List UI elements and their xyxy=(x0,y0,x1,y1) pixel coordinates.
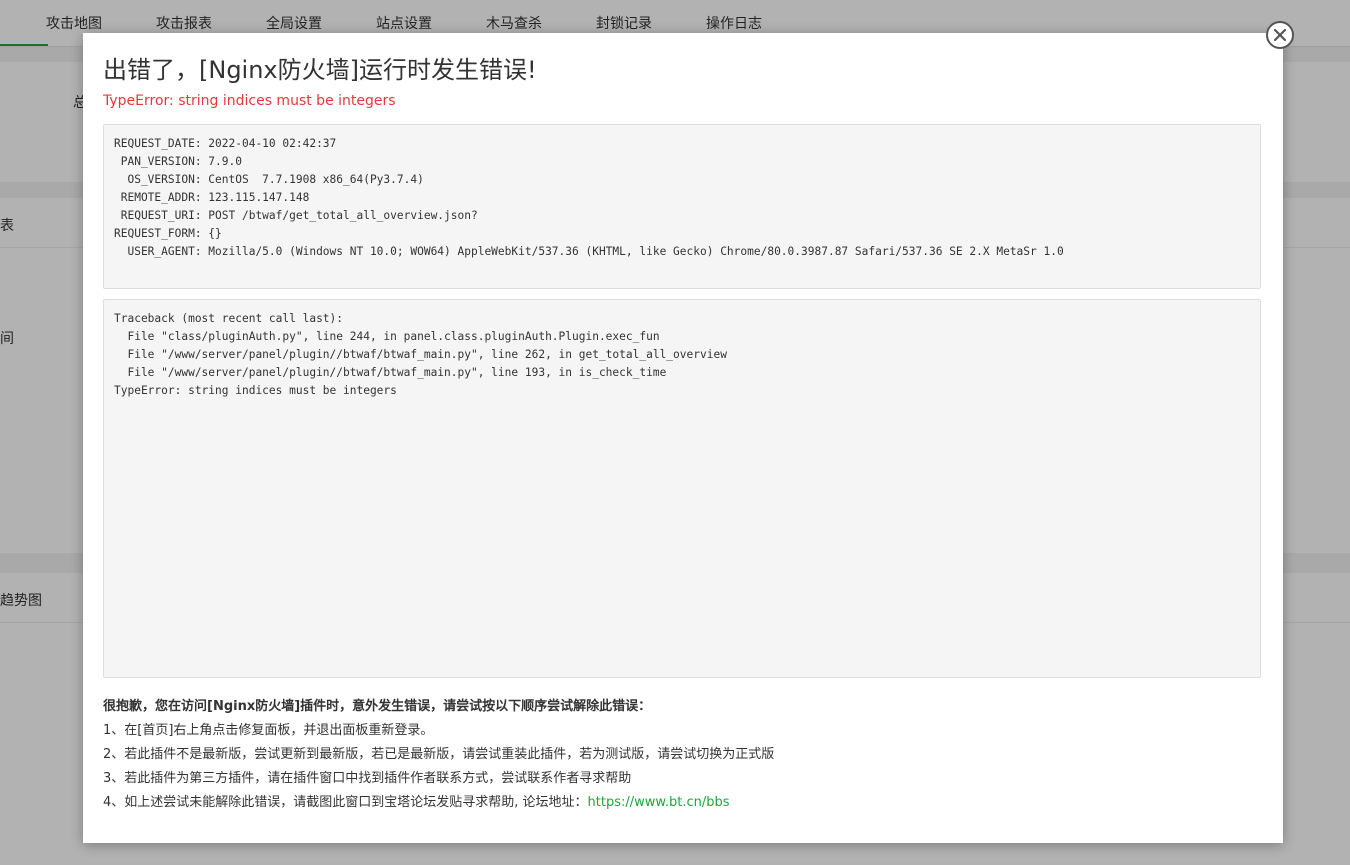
help-title: 很抱歉，您在访问[Nginx防火墙]插件时，意外发生错误，请尝试按以下顺序尝试解… xyxy=(103,699,652,714)
request-info-text: REQUEST_DATE: 2022-04-10 02:42:37 PAN_VE… xyxy=(114,137,1064,258)
error-message: TypeError: string indices must be intege… xyxy=(103,93,396,109)
help-step-2: 2、若此插件不是最新版，尝试更新到最新版，若已是最新版，请尝试重装此插件，若为测… xyxy=(103,747,775,762)
help-step-4-text: 4、如上述尝试未能解除此错误，请截图此窗口到宝塔论坛发贴寻求帮助, 论坛地址： xyxy=(103,795,588,810)
error-dialog: 出错了，[Nginx防火墙]运行时发生错误! TypeError: string… xyxy=(83,33,1283,843)
help-step-3: 3、若此插件为第三方插件，请在插件窗口中找到插件作者联系方式，尝试联系作者寻求帮… xyxy=(103,771,632,786)
help-step-4: 4、如上述尝试未能解除此错误，请截图此窗口到宝塔论坛发贴寻求帮助, 论坛地址：h… xyxy=(103,791,774,815)
forum-link[interactable]: https://www.bt.cn/bbs xyxy=(588,795,730,810)
close-icon xyxy=(1273,28,1287,42)
traceback-text: Traceback (most recent call last): File … xyxy=(114,312,727,397)
help-section: 很抱歉，您在访问[Nginx防火墙]插件时，意外发生错误，请尝试按以下顺序尝试解… xyxy=(103,695,774,815)
request-info-box: REQUEST_DATE: 2022-04-10 02:42:37 PAN_VE… xyxy=(103,124,1261,289)
help-step-1: 1、在[首页]右上角点击修复面板，并退出面板重新登录。 xyxy=(103,723,434,738)
close-button[interactable] xyxy=(1266,21,1294,49)
traceback-box[interactable]: Traceback (most recent call last): File … xyxy=(103,299,1261,678)
dialog-title: 出错了，[Nginx防火墙]运行时发生错误! xyxy=(103,56,537,84)
